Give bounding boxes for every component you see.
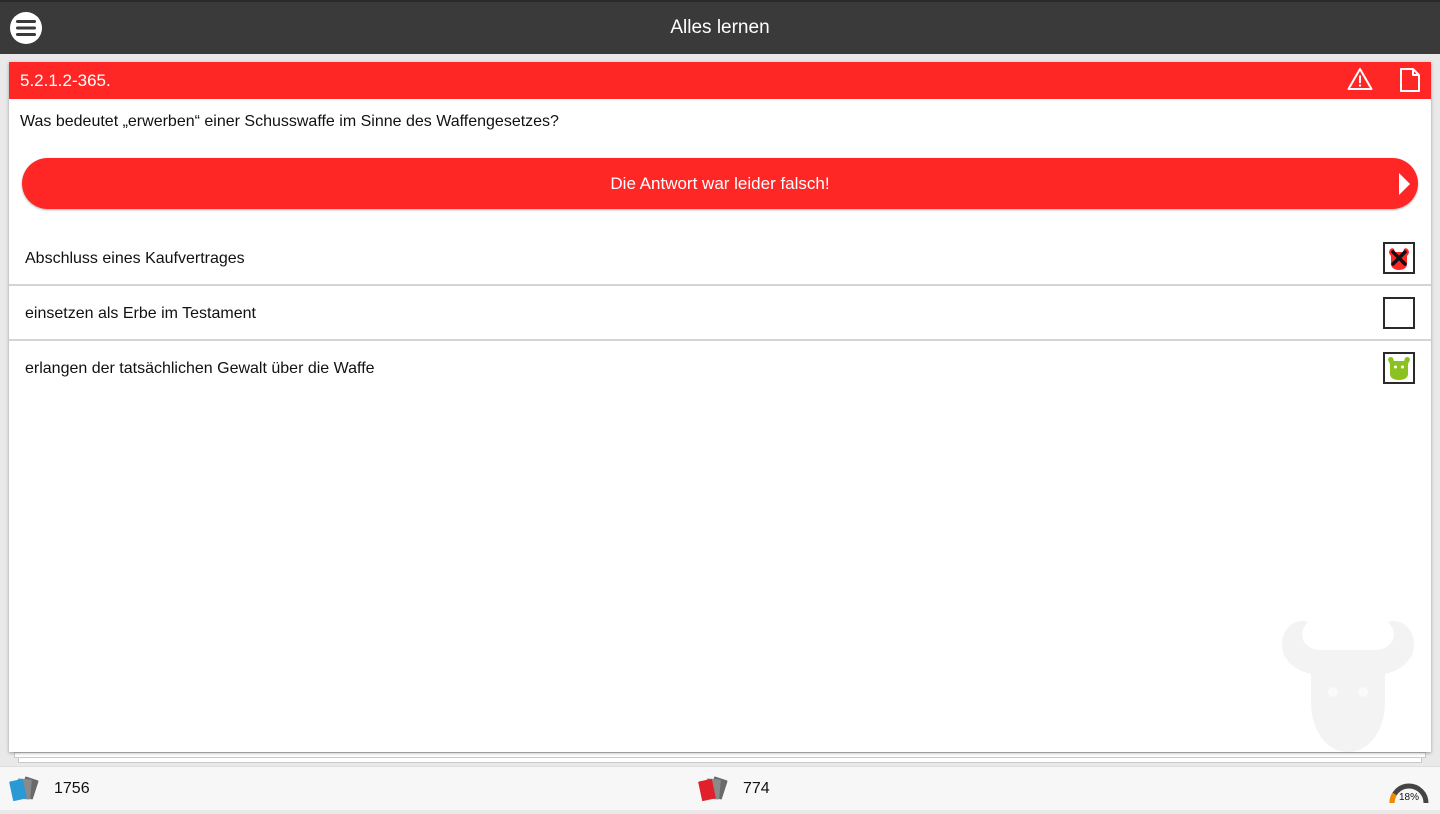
report-button[interactable] bbox=[1347, 67, 1373, 96]
notes-button[interactable] bbox=[1399, 67, 1421, 98]
correct-answer-icon bbox=[1388, 356, 1410, 380]
answer-list: Abschluss eines Kaufvertrages einsetzen … bbox=[9, 231, 1431, 396]
answer-text: einsetzen als Erbe im Testament bbox=[25, 305, 256, 322]
answer-checkbox-correct[interactable] bbox=[1383, 352, 1415, 384]
cards-icon bbox=[9, 776, 39, 802]
buffalo-watermark-icon bbox=[1282, 621, 1414, 752]
progress-label: 18% bbox=[1398, 792, 1419, 803]
wrong-count: 774 bbox=[743, 780, 770, 797]
answer-checkbox-wrong[interactable] bbox=[1383, 242, 1415, 274]
progress-gauge[interactable]: 18% bbox=[1387, 773, 1431, 809]
warning-icon bbox=[1347, 68, 1373, 90]
page-title: Alles lernen bbox=[670, 17, 770, 38]
result-banner[interactable]: Die Antwort war leider falsch! bbox=[22, 158, 1418, 209]
top-bar: Alles lernen bbox=[0, 0, 1440, 54]
card-header: 5.2.1.2-365. bbox=[9, 62, 1431, 99]
next-button[interactable] bbox=[1396, 171, 1412, 202]
total-cards-stat[interactable]: 1756 bbox=[8, 767, 90, 811]
question-text: Was bedeutet „erwerben“ einer Schusswaff… bbox=[20, 113, 559, 130]
arrow-right-icon bbox=[1399, 173, 1410, 195]
total-count: 1756 bbox=[54, 780, 90, 797]
answer-row[interactable]: erlangen der tatsächlichen Gewalt über d… bbox=[9, 341, 1431, 396]
wrong-cards-stat[interactable]: 774 bbox=[697, 767, 770, 811]
bottom-bar: 1756 774 18% bbox=[0, 766, 1440, 810]
answer-row[interactable]: einsetzen als Erbe im Testament bbox=[9, 286, 1431, 341]
document-icon bbox=[1400, 68, 1420, 92]
result-text: Die Antwort war leider falsch! bbox=[610, 174, 830, 193]
answer-text: erlangen der tatsächlichen Gewalt über d… bbox=[25, 360, 375, 377]
answer-checkbox[interactable] bbox=[1383, 297, 1415, 329]
card-stack-edge bbox=[18, 757, 1422, 763]
progress-gauge-icon bbox=[1389, 783, 1429, 804]
answer-text: Abschluss eines Kaufvertrages bbox=[25, 250, 245, 267]
wrong-cards-icon bbox=[698, 776, 728, 802]
question-card: 5.2.1.2-365. Was bedeutet „erwerben“ ein… bbox=[9, 62, 1431, 752]
answer-row[interactable]: Abschluss eines Kaufvertrages bbox=[9, 231, 1431, 286]
question-id: 5.2.1.2-365. bbox=[20, 71, 111, 90]
wrong-answer-icon bbox=[1389, 248, 1409, 270]
